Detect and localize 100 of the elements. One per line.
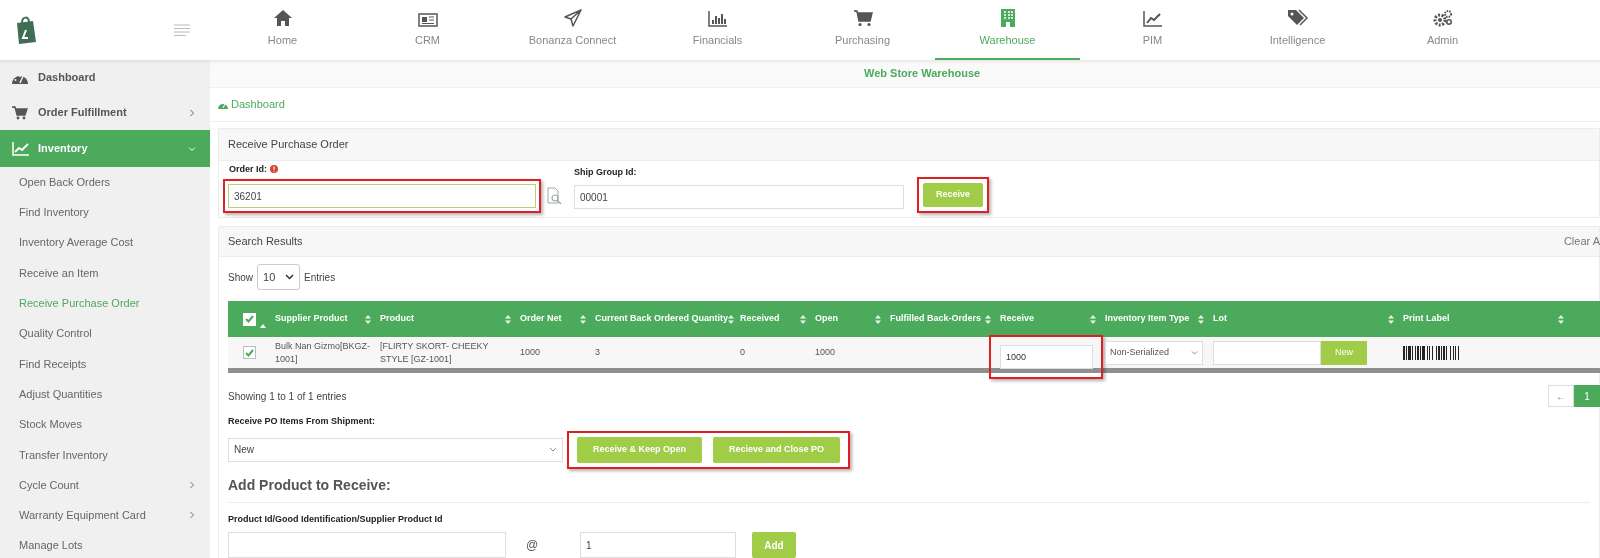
sidebar-subitem[interactable]: Transfer Inventory	[0, 439, 210, 470]
field-label: Product Id/Good Identification/Supplier Product Id	[228, 512, 444, 526]
sort-icon[interactable]	[875, 314, 881, 324]
paper-plane-icon	[563, 9, 582, 28]
chevron-down-icon	[188, 144, 196, 153]
panel-title: Receive Purchase Order	[228, 137, 349, 153]
table-cell: Bulk Nan Gizmo[BKGZ-1001]	[275, 341, 371, 364]
barcode-label[interactable]	[1403, 345, 1460, 360]
sidebar-item[interactable]: Order Fulfillment	[0, 95, 210, 130]
table-info: Showing 1 to 1 of 1 entries	[228, 389, 347, 404]
house-icon	[272, 9, 293, 28]
sidebar-subitem[interactable]: Cycle Count	[0, 469, 210, 501]
sort-ascending-icon[interactable]	[260, 323, 266, 328]
column-header[interactable]: Product	[380, 312, 414, 326]
chevron-right-icon	[188, 108, 196, 117]
nav-tab[interactable]: Home	[210, 0, 355, 60]
chevron-down-icon	[285, 274, 294, 280]
sort-icon[interactable]	[1388, 314, 1394, 324]
order-id-field[interactable]: 36201	[228, 184, 536, 208]
page-size-select[interactable]: 10	[257, 264, 300, 290]
sort-icon[interactable]	[1090, 314, 1096, 324]
sidebar-subitem[interactable]: Open Back Orders	[0, 167, 210, 198]
sort-icon[interactable]	[1198, 314, 1204, 324]
column-header[interactable]: Order Net	[520, 312, 562, 326]
nav-tab[interactable]: Intelligence	[1225, 0, 1370, 60]
nav-tab[interactable]: Bonanza Connect	[500, 0, 645, 60]
line-chart-icon	[12, 141, 30, 156]
chevron-right-icon	[188, 511, 196, 520]
table-cell: 1000	[815, 347, 836, 358]
table-cell: [FLIRTY SKORT- CHEEKY STYLE [GZ-1001]	[380, 341, 489, 364]
nav-tab[interactable]: PIM	[1080, 0, 1225, 60]
bar-chart-icon	[707, 9, 728, 28]
chevron-down-icon	[1191, 350, 1198, 355]
lookup-search-icon[interactable]	[546, 187, 562, 205]
check-icon	[245, 315, 254, 323]
sort-icon[interactable]	[985, 314, 991, 324]
column-header[interactable]: Current Back Ordered Quantity	[595, 312, 729, 326]
warehouse-context-label: Web Store Warehouse	[864, 66, 981, 82]
table-cell: 1000	[520, 347, 541, 358]
column-header[interactable]: Receive	[1000, 312, 1035, 326]
table-cell: 0	[740, 347, 745, 358]
product-id-field[interactable]	[228, 532, 506, 558]
clear-all-link[interactable]: Clear A	[1563, 233, 1600, 250]
sidebar-subitem[interactable]: Receive an Item	[0, 257, 210, 289]
sort-icon[interactable]	[728, 314, 735, 324]
pagination-button[interactable]: 1	[1574, 385, 1600, 407]
entries-label: Entries	[304, 270, 336, 285]
nav-tab[interactable]: CRM	[355, 0, 500, 60]
sidebar-subitem[interactable]: Receive Purchase Order	[0, 288, 210, 319]
building-icon	[1000, 9, 1015, 28]
field-label: Receive PO Items From Shipment:	[228, 415, 377, 428]
sort-icon[interactable]	[505, 314, 511, 324]
sidebar-subitem[interactable]: Stock Moves	[0, 409, 210, 440]
section-heading: Add Product to Receive:	[228, 474, 1590, 503]
sort-icon[interactable]	[580, 314, 586, 324]
receive-quantity-field[interactable]: 1000	[1000, 344, 1093, 369]
tags-icon	[1286, 9, 1309, 28]
check-icon	[245, 348, 254, 357]
sidebar-subitem[interactable]: Quality Control	[0, 318, 210, 349]
quantity-field[interactable]: 1	[580, 532, 736, 558]
field-label: Ship Group Id:	[574, 165, 638, 179]
sidebar-subitem[interactable]: Find Inventory	[0, 197, 210, 228]
menu-icon[interactable]	[174, 24, 190, 36]
lot-field[interactable]	[1213, 340, 1321, 365]
cart-icon	[852, 9, 873, 28]
nav-tab[interactable]: Admin	[1370, 0, 1515, 60]
column-header[interactable]: Lot	[1213, 312, 1227, 326]
sidebar-subitem[interactable]: Inventory Average Cost	[0, 227, 210, 258]
column-header[interactable]: Inventory Item Type	[1105, 312, 1190, 326]
chevron-down-icon	[549, 447, 557, 452]
sidebar-item[interactable]: Inventory	[0, 130, 210, 167]
sidebar-subitem[interactable]: Warranty Equipment Card	[0, 500, 210, 531]
line-chart-icon	[1142, 9, 1163, 28]
column-header[interactable]: Fulfilled Back-Orders	[890, 312, 982, 326]
chevron-right-icon	[188, 481, 196, 490]
table-cell: 3	[595, 347, 600, 358]
at-sign: @	[526, 537, 540, 554]
gears-icon	[1432, 9, 1453, 28]
nav-tab[interactable]: Financials	[645, 0, 790, 60]
checkbox[interactable]	[243, 346, 256, 359]
show-label: Show	[228, 270, 253, 285]
sort-icon[interactable]	[1558, 314, 1564, 324]
ship-group-id-field[interactable]: 00001	[574, 185, 904, 209]
column-header[interactable]: Print Label	[1403, 312, 1450, 326]
sort-icon[interactable]	[800, 314, 806, 324]
shopping-bag-logo[interactable]	[14, 15, 38, 45]
column-header[interactable]: Supplier Product	[275, 312, 348, 326]
breadcrumb-link[interactable]: Dashboard	[218, 96, 285, 113]
sidebar-subitem[interactable]: Find Receipts	[0, 348, 210, 380]
sort-icon[interactable]	[365, 314, 371, 324]
item-type-select[interactable]: Non-Serialized	[1105, 340, 1203, 365]
column-header[interactable]: Received	[740, 312, 780, 326]
sidebar-subitem[interactable]: Adjust Quantities	[0, 379, 210, 410]
pagination-button[interactable]: ←	[1548, 385, 1574, 407]
sidebar-subitem[interactable]: Manage Lots	[0, 530, 210, 558]
field-label: Order Id:	[229, 162, 267, 176]
shipment-select[interactable]: New	[228, 437, 563, 462]
nav-tab[interactable]: Purchasing	[790, 0, 935, 60]
sidebar-item[interactable]: Dashboard	[0, 60, 210, 95]
column-header[interactable]: Open	[815, 312, 838, 326]
